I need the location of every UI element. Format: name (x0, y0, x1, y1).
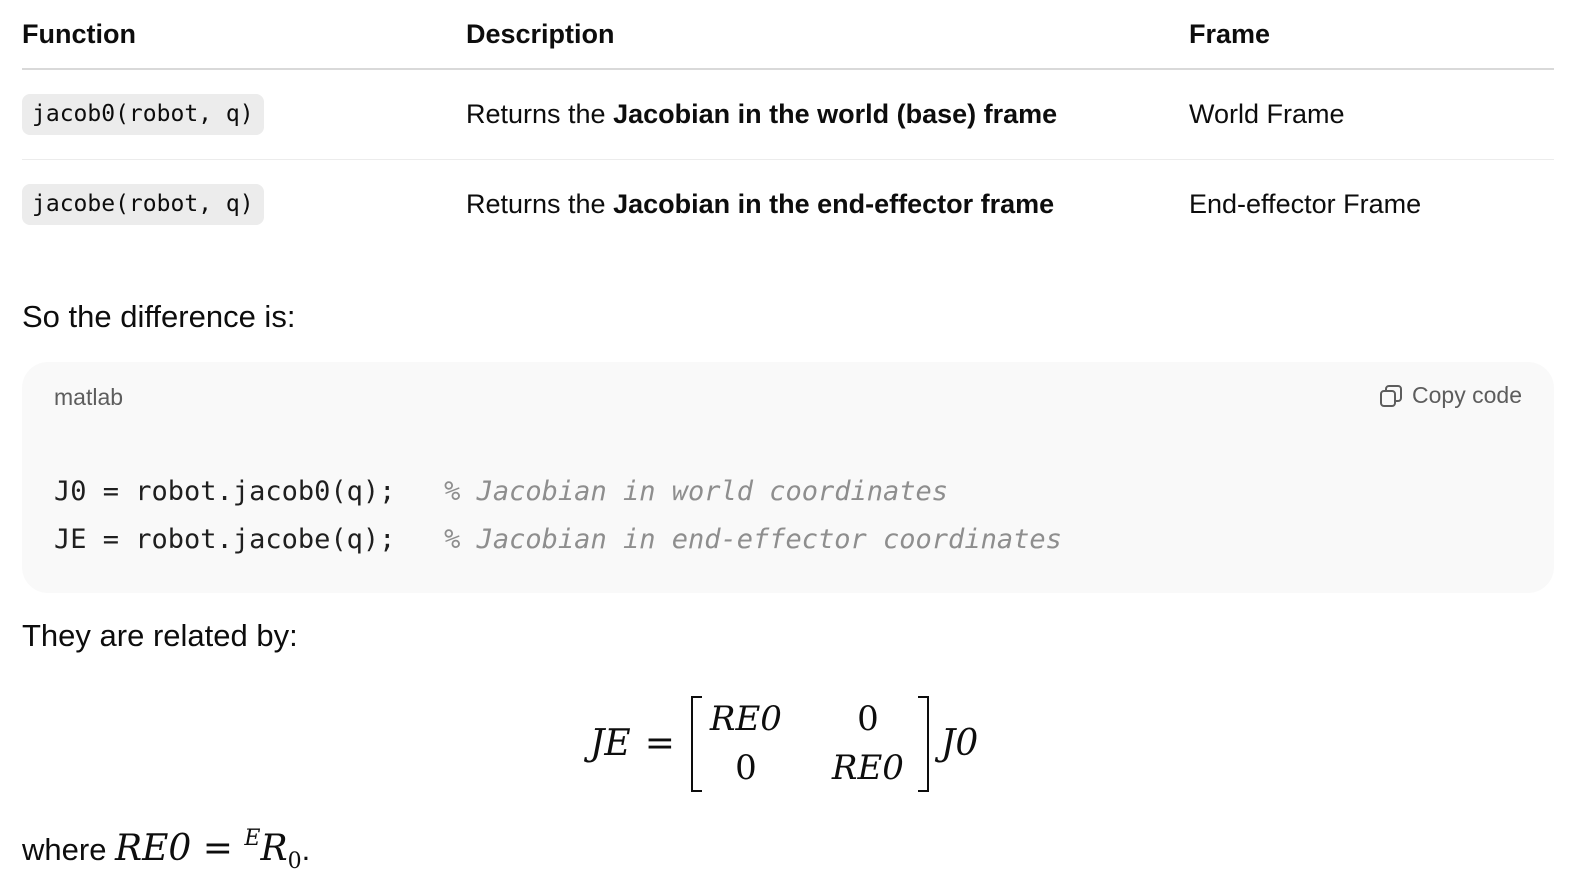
copy-code-label: Copy code (1412, 382, 1522, 408)
code-language-label: matlab (54, 384, 124, 410)
copy-icon (1378, 383, 1404, 409)
header-function: Function (22, 0, 466, 70)
block-matrix: RE0 0 0 RE0 (689, 694, 931, 792)
equation-rhs: J0 (940, 722, 979, 764)
description-cell: Returns the Jacobian in the world (base)… (466, 69, 1189, 160)
where-suffix: . (301, 832, 311, 867)
matrix-grid: RE0 0 0 RE0 (701, 694, 919, 792)
math-superscript: E (244, 826, 261, 851)
description-cell: Returns the Jacobian in the end-effector… (466, 160, 1189, 250)
frame-cell: World Frame (1189, 69, 1554, 160)
table-row: jacobe(robot, q) Returns the Jacobian in… (22, 160, 1554, 250)
chat-response: Function Description Frame jacob0(robot,… (0, 0, 1572, 888)
code-block: matlab Copy code J0 = robot.jacob0(q); %… (22, 362, 1554, 593)
code-text: J0 = robot.jacob0(q); (54, 476, 445, 507)
equation-equals: = (644, 722, 675, 764)
left-bracket (690, 696, 702, 792)
matrix-cell: 0 (857, 698, 879, 739)
frame-cell: End-effector Frame (1189, 189, 1422, 219)
code-comment: % Jacobian in end-effector coordinates (444, 524, 1062, 555)
copy-code-button[interactable]: Copy code (1378, 382, 1522, 409)
code-text: JE = robot.jacobe(q); (54, 524, 445, 555)
matrix-cell: RE0 (831, 747, 904, 788)
equation-lhs: JE (590, 722, 631, 764)
code-content: J0 = robot.jacob0(q); % Jacobian in worl… (54, 468, 1062, 564)
display-equation: JE = RE0 0 0 RE0 J0 (590, 694, 978, 792)
matrix-cell: RE0 (709, 698, 782, 739)
math-equals: = (191, 828, 245, 869)
function-table: Function Description Frame jacob0(robot,… (22, 0, 1554, 249)
function-cell: jacob0(robot, q) (22, 69, 466, 160)
math-base: R (260, 828, 288, 869)
inline-code: jacobe(robot, q) (22, 184, 264, 225)
header-frame: Frame (1189, 0, 1554, 70)
description-bold: Jacobian in the world (base) frame (613, 99, 1058, 129)
code-line: J0 = robot.jacob0(q); % Jacobian in worl… (54, 468, 1062, 516)
description-prefix: Returns the (466, 99, 614, 129)
intro-paragraph: So the difference is: (22, 299, 296, 334)
where-paragraph: where RE0 = ER0. (22, 826, 310, 874)
description-prefix: Returns the (466, 189, 614, 219)
right-bracket (917, 696, 929, 792)
table-header-row: Function Description Frame (22, 0, 1554, 70)
function-cell: jacobe(robot, q) (22, 160, 466, 250)
table-row: jacob0(robot, q) Returns the Jacobian in… (22, 69, 1554, 160)
matrix-cell: 0 (735, 747, 757, 788)
inline-math: RE0 = ER0 (115, 826, 302, 874)
header-description: Description (466, 0, 1189, 70)
code-comment: % Jacobian in world coordinates (444, 476, 949, 507)
relation-paragraph: They are related by: (22, 618, 298, 653)
inline-code: jacob0(robot, q) (22, 94, 264, 135)
description-bold: Jacobian in the end-effector frame (613, 189, 1055, 219)
code-line: JE = robot.jacobe(q); % Jacobian in end-… (54, 516, 1062, 564)
math-subscript: 0 (287, 849, 302, 874)
where-prefix: where (22, 832, 116, 867)
math-symbol: RE0 (115, 828, 192, 869)
